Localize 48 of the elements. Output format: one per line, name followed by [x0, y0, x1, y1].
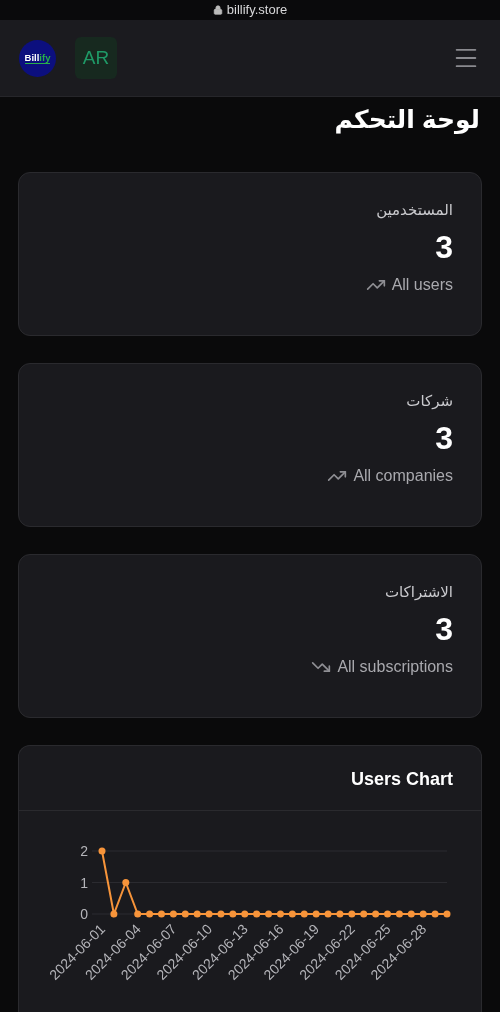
data-point	[312, 910, 320, 918]
data-point	[205, 910, 213, 918]
y-tick-label: 1	[80, 874, 88, 891]
data-point	[360, 910, 368, 918]
stat-value: 3	[435, 610, 453, 649]
stat-label: الاشتراكات	[384, 583, 453, 601]
data-point	[300, 910, 308, 918]
data-point	[265, 910, 273, 918]
data-point	[110, 910, 118, 918]
data-point	[288, 910, 296, 918]
language-button[interactable]: AR	[75, 37, 117, 79]
data-point	[122, 879, 130, 886]
data-point	[372, 910, 380, 918]
data-point	[217, 910, 225, 918]
data-point	[419, 910, 427, 918]
data-point	[241, 910, 249, 918]
data-point	[336, 910, 344, 918]
data-point	[98, 847, 106, 855]
data-point	[134, 910, 142, 918]
data-point	[158, 910, 165, 918]
data-point	[407, 910, 415, 918]
data-point	[193, 910, 201, 918]
stat-label: شركات	[406, 392, 453, 410]
stat-value: 3	[435, 419, 453, 458]
stat-label: المستخدمين	[376, 201, 453, 219]
logo[interactable]: Billify	[19, 39, 56, 77]
browser-url: billify.store	[226, 2, 288, 18]
page-title: لوحة التحكم	[333, 105, 480, 136]
stat-caption: All subscriptions	[337, 658, 453, 676]
data-point	[348, 910, 356, 918]
data-point	[395, 910, 403, 918]
chart-title: Users Chart	[350, 769, 453, 790]
data-point	[146, 910, 154, 918]
data-point	[431, 910, 439, 918]
y-tick-label: 2	[80, 843, 88, 859]
stat-caption: All companies	[353, 467, 453, 485]
data-point	[324, 910, 332, 918]
data-point	[229, 910, 237, 918]
lock-icon	[212, 5, 223, 15]
data-point	[443, 910, 451, 918]
data-point	[181, 910, 189, 918]
stat-caption: All users	[391, 276, 453, 294]
data-point	[276, 910, 284, 918]
data-point	[253, 910, 261, 918]
stat-value: 3	[435, 228, 453, 267]
data-point	[169, 910, 177, 918]
y-tick-label: 0	[80, 906, 88, 922]
data-point	[384, 910, 391, 918]
